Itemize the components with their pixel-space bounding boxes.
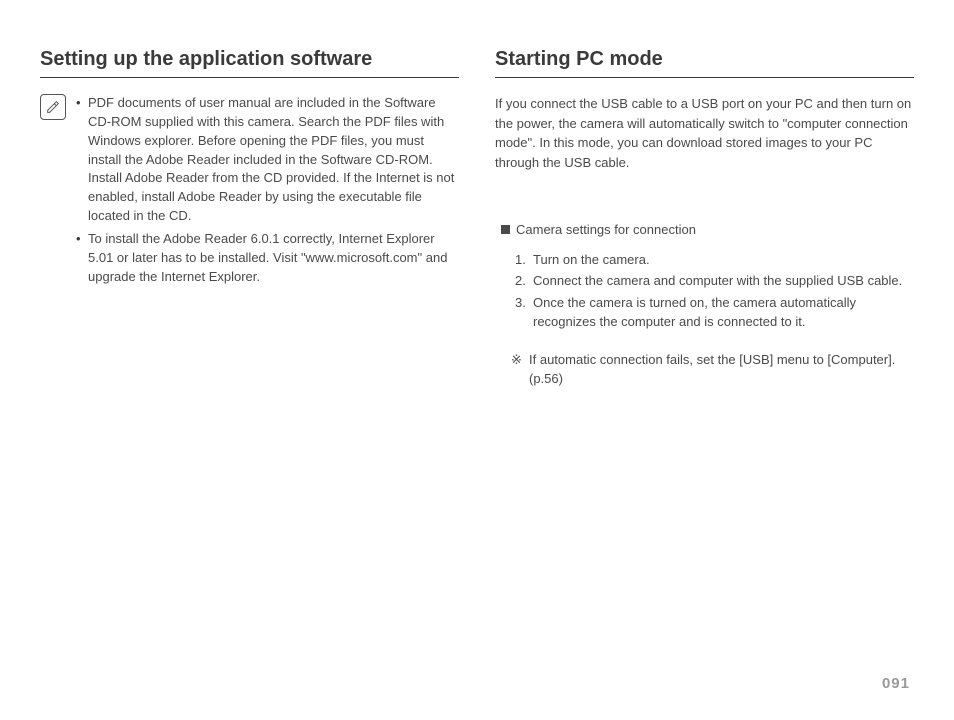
square-marker-icon (501, 225, 510, 234)
note-block: PDF documents of user manual are include… (40, 94, 459, 290)
footnote: ※ If automatic connection fails, set the… (501, 350, 914, 389)
right-heading: Starting PC mode (495, 48, 914, 78)
manual-page: Setting up the application software PDF … (0, 0, 954, 720)
sub-heading-text: Camera settings for connection (516, 220, 696, 240)
left-heading: Setting up the application software (40, 48, 459, 78)
note-icon-wrap (40, 94, 66, 120)
note-icon (40, 94, 66, 120)
sub-heading-row: Camera settings for connection (501, 220, 914, 240)
bullet-item: To install the Adobe Reader 6.0.1 correc… (76, 230, 459, 287)
step-item: 3.Once the camera is turned on, the came… (515, 293, 914, 332)
right-column: Starting PC mode If you connect the USB … (495, 48, 914, 696)
step-text: Connect the camera and computer with the… (533, 271, 914, 291)
step-text: Turn on the camera. (533, 250, 914, 270)
step-text: Once the camera is turned on, the camera… (533, 293, 914, 332)
reference-mark-icon: ※ (511, 350, 529, 389)
step-item: 1.Turn on the camera. (515, 250, 914, 270)
footnote-text: If automatic connection fails, set the [… (529, 350, 914, 389)
bullets-list: PDF documents of user manual are include… (76, 94, 459, 290)
pencil-icon (45, 99, 61, 115)
step-number: 1. (515, 250, 533, 270)
sub-block: Camera settings for connection 1.Turn on… (495, 220, 914, 389)
step-number: 2. (515, 271, 533, 291)
step-number: 3. (515, 293, 533, 332)
bullet-item: PDF documents of user manual are include… (76, 94, 459, 226)
step-item: 2.Connect the camera and computer with t… (515, 271, 914, 291)
steps-list: 1.Turn on the camera. 2.Connect the came… (501, 250, 914, 332)
page-number: 091 (882, 675, 910, 692)
intro-paragraph: If you connect the USB cable to a USB po… (495, 94, 914, 172)
left-column: Setting up the application software PDF … (40, 48, 459, 696)
